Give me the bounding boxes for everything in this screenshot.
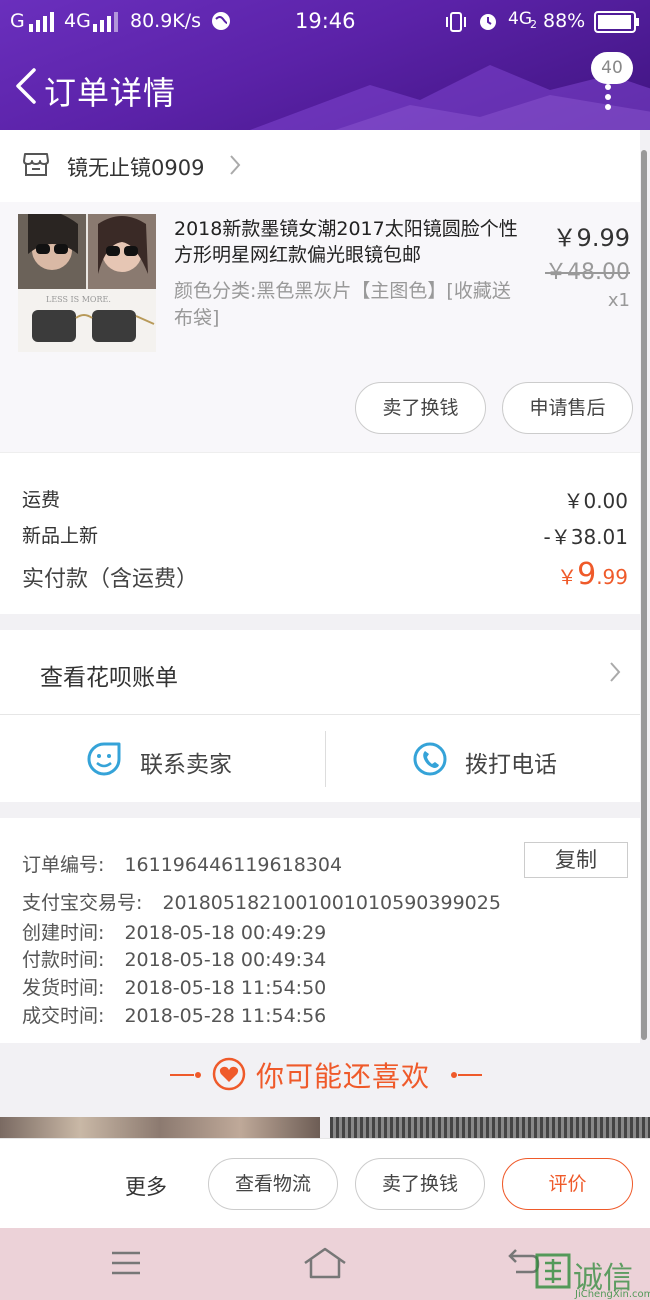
copy-button[interactable]: 复制	[524, 842, 628, 878]
bottom-action-bar: 更多 查看物流 卖了换钱 评价	[0, 1138, 650, 1228]
after-sale-button[interactable]: 申请售后	[502, 382, 633, 434]
chevron-right-icon	[610, 662, 621, 682]
recommend-title: 你可能还喜欢	[256, 1060, 431, 1093]
sell-for-cash-button[interactable]: 卖了换钱	[355, 382, 486, 434]
network-speed: 80.9K/s	[130, 10, 202, 32]
huabei-label: 查看花呗账单	[40, 665, 178, 691]
promo-value: -￥38.01	[543, 525, 628, 549]
created-time: 2018-05-18 00:49:29	[124, 922, 327, 944]
recommend-image-left[interactable]	[0, 1117, 320, 1139]
store-row[interactable]: 镜无止镜0909	[0, 130, 640, 202]
page-title: 订单详情	[44, 74, 177, 112]
paid-currency: ￥	[557, 565, 578, 589]
battery-icon	[594, 11, 639, 33]
product-price: ￥9.99	[552, 224, 630, 252]
product-spec: 颜色分类:黑色黑灰片【主图色】[收藏送布袋]	[174, 280, 511, 329]
call-phone-button[interactable]: 拨打电话	[326, 715, 640, 803]
back-icon[interactable]	[12, 66, 42, 106]
recommend-image-right[interactable]	[330, 1117, 650, 1139]
huabei-bill-row[interactable]: 查看花呗账单	[0, 630, 640, 714]
contact-row: 联系卖家 拨打电话	[0, 714, 640, 802]
paid-integer: 9	[577, 557, 597, 592]
fee-summary: 运费 ￥0.00 新品上新 -￥38.01 实付款（含运费） ￥9.99	[0, 452, 640, 614]
paid-amount: ￥9.99	[557, 557, 628, 592]
watermark-subtext: JiChengXin.com	[575, 1289, 650, 1300]
dash-dot-right	[451, 1072, 482, 1078]
paid-time: 2018-05-18 00:49:34	[124, 949, 327, 971]
order-info: 订单编号: 161196446119618304 复制 支付宝交易号: 2018…	[0, 818, 640, 1043]
product-item[interactable]: LESS IS MORE. 2018新款墨镜女潮2017太阳镜圆脸个性方形明星网…	[0, 202, 640, 452]
more-button[interactable]: 更多	[125, 1171, 167, 1201]
shipping-label: 运费	[22, 489, 61, 511]
shipped-row: 发货时间: 2018-05-18 11:54:50	[22, 973, 326, 1000]
phone-icon	[413, 742, 447, 776]
product-title[interactable]: 2018新款墨镜女潮2017太阳镜圆脸个性方形明星网红款偏光眼镜包邮	[174, 216, 519, 268]
created-row: 创建时间: 2018-05-18 00:49:29	[22, 918, 326, 945]
product-quantity: x1	[607, 290, 630, 311]
alipay-label: 支付宝交易号:	[22, 892, 143, 914]
order-number: 161196446119618304	[124, 854, 343, 876]
product-thumbnail[interactable]: LESS IS MORE.	[18, 214, 156, 352]
status-bar: G 4G 80.9K/s 19:46 4G 2 88%	[0, 0, 650, 44]
menu-icon[interactable]	[110, 1250, 142, 1276]
globe-icon	[212, 12, 230, 30]
scrollbar[interactable]	[641, 150, 647, 1040]
done-row: 成交时间: 2018-05-28 11:54:56	[22, 1001, 326, 1028]
product-image: LESS IS MORE.	[18, 214, 156, 352]
promo-label: 新品上新	[22, 525, 99, 547]
alipay-number: 2018051821001001010590399025	[162, 892, 501, 914]
paid-row: 付款时间: 2018-05-18 00:49:34	[22, 945, 326, 972]
alipay-row: 支付宝交易号: 2018051821001001010590399025	[22, 888, 501, 915]
order-number-label: 订单编号:	[22, 854, 105, 876]
nav-bar: 订单详情 40	[0, 44, 650, 130]
done-time: 2018-05-28 11:54:56	[124, 1005, 327, 1027]
message-count-badge: 40	[591, 52, 633, 84]
review-button[interactable]: 评价	[502, 1158, 633, 1210]
order-number-row: 订单编号: 161196446119618304	[22, 850, 342, 877]
clock: 19:46	[295, 9, 356, 33]
smile-chat-icon	[87, 742, 121, 776]
dash-dot-left	[170, 1072, 201, 1078]
contact-seller-button[interactable]: 联系卖家	[0, 715, 325, 803]
paid-label: 实付款（含运费）	[22, 567, 199, 592]
network-label-2: 4G	[508, 9, 532, 29]
thumbnail-caption: LESS IS MORE.	[46, 295, 111, 304]
sell-for-cash-bottom-button[interactable]: 卖了换钱	[355, 1158, 485, 1210]
network-sub: 2	[530, 18, 537, 31]
home-icon[interactable]	[302, 1246, 348, 1280]
signal-icon	[29, 12, 54, 32]
vibrate-icon	[446, 12, 466, 32]
shipped-label: 发货时间:	[22, 977, 105, 999]
call-phone-label: 拨打电话	[465, 752, 557, 778]
paid-time-label: 付款时间:	[22, 949, 105, 971]
paid-decimal: .99	[596, 565, 628, 589]
watermark: 诚信 JiChengXin.com	[535, 1253, 650, 1300]
more-menu-button[interactable]: 40	[585, 52, 635, 112]
alarm-icon	[480, 14, 496, 30]
store-icon	[23, 153, 49, 176]
shipped-time: 2018-05-18 11:54:50	[124, 977, 327, 999]
app-header: G 4G 80.9K/s 19:46 4G 2 88% 订单详情 40	[0, 0, 650, 130]
more-vertical-icon	[605, 84, 611, 110]
watermark-logo-icon	[535, 1253, 571, 1289]
signal-icon-2	[93, 12, 118, 32]
shipping-value: ￥0.00	[563, 489, 628, 513]
signal-label: G	[10, 10, 25, 32]
battery-level: 88%	[543, 10, 586, 32]
chevron-right-icon	[230, 155, 241, 175]
view-logistics-button[interactable]: 查看物流	[208, 1158, 338, 1210]
heart-icon	[212, 1057, 246, 1091]
network-label: 4G	[64, 10, 91, 32]
store-name: 镜无止镜0909	[67, 156, 205, 180]
recommend-header: 你可能还喜欢	[0, 1043, 650, 1108]
original-price: ￥48.00	[545, 260, 630, 285]
created-label: 创建时间:	[22, 922, 105, 944]
contact-seller-label: 联系卖家	[140, 752, 232, 778]
done-label: 成交时间:	[22, 1005, 105, 1027]
